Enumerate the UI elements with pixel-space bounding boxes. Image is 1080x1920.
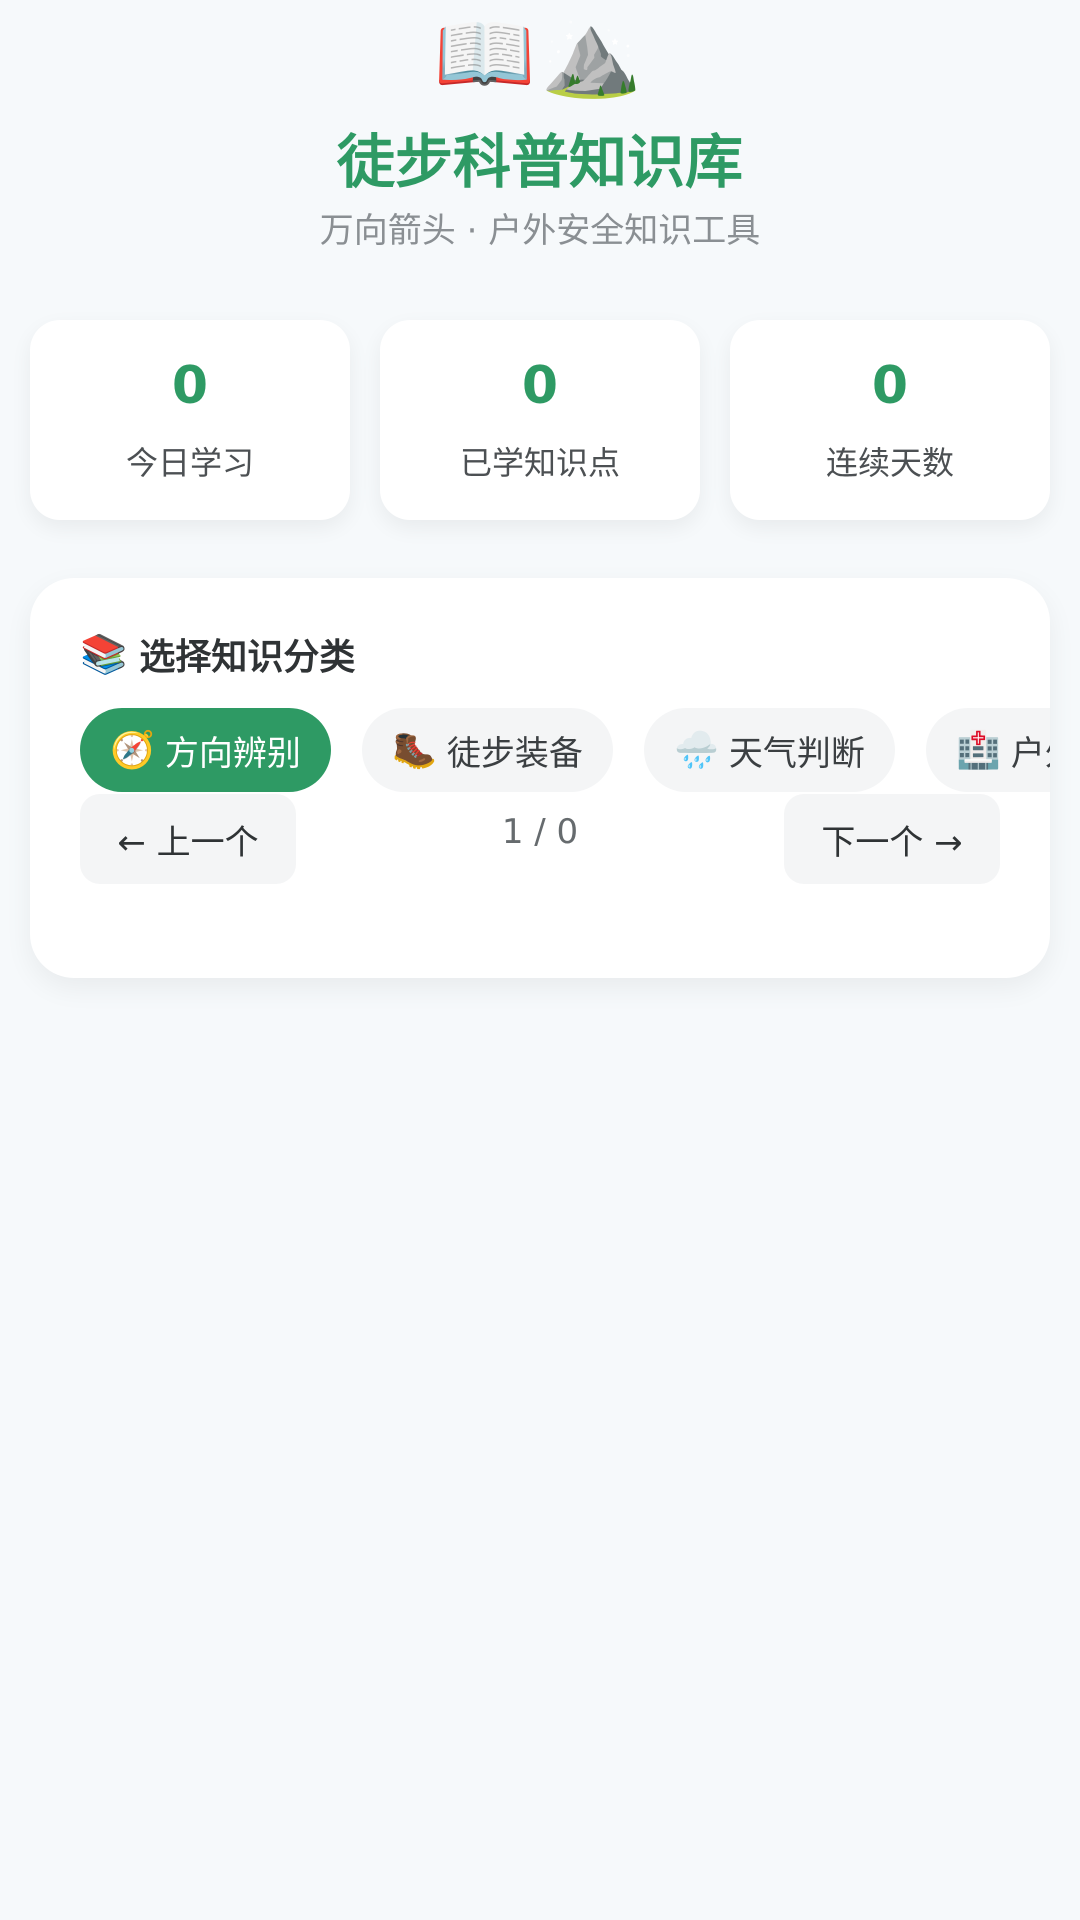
hiking-boot-icon: 🥾 [392,730,437,771]
stat-label: 今日学习 [125,444,254,482]
app-title: 徒步科普知识库 [336,128,743,196]
stat-card-today: 0 今日学习 [30,320,350,520]
open-book-icon: 📖 [433,7,540,102]
hospital-icon: 🏥 [956,730,1001,771]
stat-label: 已学知识点 [459,444,620,482]
panel-title: 📚 选择知识分类 [80,628,355,680]
stat-value: 0 [521,356,559,416]
stat-value: 0 [171,356,209,416]
chip-outdoor[interactable]: 🏥 户外 [926,708,1050,792]
chip-gear[interactable]: 🥾 徒步装备 [362,708,613,792]
chip-label: 天气判断 [728,733,865,774]
chip-weather[interactable]: 🌧️ 天气判断 [644,708,895,792]
page: 📖⛰️ 徒步科普知识库 万向箭头 · 户外安全知识工具 0 今日学习 0 已学知… [0,0,1080,1920]
stat-value: 0 [871,356,909,416]
compass-icon: 🧭 [110,730,155,771]
hero-icons: 📖⛰️ [0,10,1080,100]
stat-label: 连续天数 [825,444,954,482]
chip-label: 徒步装备 [446,733,583,774]
chip-label: 户外 [1010,733,1050,774]
category-panel: 📚 选择知识分类 🧭 方向辨别 🥾 徒步装备 🌧️ 天气判断 🏥 户外 ← 上一… [30,578,1050,978]
mountain-icon: ⛰️ [540,7,647,102]
rain-cloud-icon: 🌧️ [674,730,719,771]
stat-card-learned: 0 已学知识点 [380,320,700,520]
chip-direction[interactable]: 🧭 方向辨别 [80,708,331,792]
panel-title-text: 选择知识分类 [139,637,356,678]
books-icon: 📚 [80,631,128,676]
next-button[interactable]: 下一个 → [784,794,1000,884]
chip-label: 方向辨别 [164,733,301,774]
stat-card-streak: 0 连续天数 [730,320,1050,520]
app-subtitle: 万向箭头 · 户外安全知识工具 [319,211,761,251]
